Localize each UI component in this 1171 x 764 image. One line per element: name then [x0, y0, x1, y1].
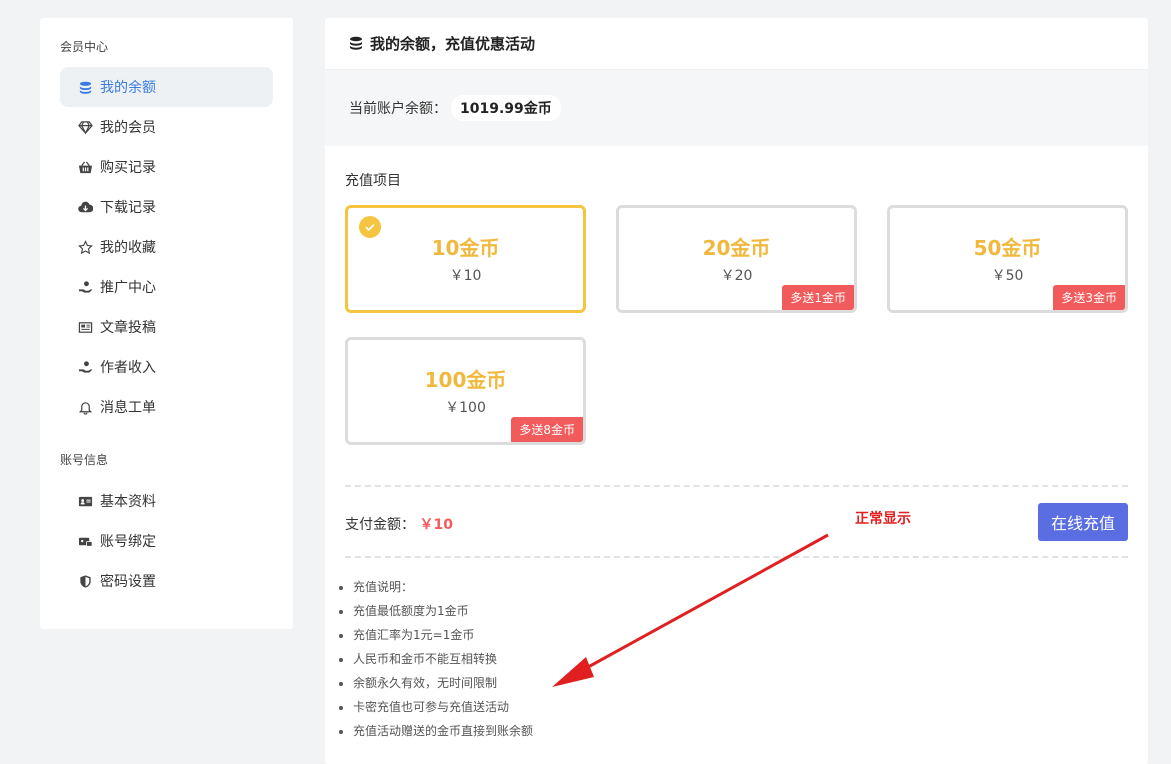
sidebar: 会员中心 我的余额 我的会员 购买记录 下载记录 我的收藏 推广中心 文章投稿 … — [40, 18, 293, 629]
bonus-badge: 多送1金币 — [782, 285, 854, 310]
sidebar-item-label: 我的余额 — [100, 80, 156, 96]
note-item: 人民币和金币不能互相转换 — [353, 651, 533, 675]
id-card-icon — [76, 492, 94, 510]
diamond-icon — [76, 118, 94, 136]
sidebar-item-label: 消息工单 — [100, 400, 156, 416]
balance-label: 当前账户余额： — [349, 101, 447, 117]
option-price: ￥50 — [991, 268, 1024, 284]
sidebar-item-label: 下载记录 — [100, 200, 156, 216]
sidebar-item-account-binding[interactable]: 账号绑定 — [60, 521, 273, 561]
recharge-option-card[interactable]: 20金币 ￥20 多送1金币 — [616, 205, 857, 313]
note-item: 充值最低额度为1金币 — [353, 603, 533, 627]
sidebar-item-label: 基本资料 — [100, 494, 156, 510]
option-price: ￥10 — [449, 268, 482, 284]
pay-amount-row: 支付金额： ￥10 — [345, 514, 453, 534]
shield-icon — [76, 572, 94, 590]
sidebar-item-label: 推广中心 — [100, 280, 156, 296]
note-item: 卡密充值也可参与充值送活动 — [353, 699, 533, 723]
sidebar-item-label: 我的会员 — [100, 120, 156, 136]
sidebar-item-label: 我的收藏 — [100, 240, 156, 256]
newspaper-icon — [76, 318, 94, 336]
sidebar-item-profile[interactable]: 基本资料 — [60, 481, 273, 521]
sidebar-item-membership[interactable]: 我的会员 — [60, 107, 273, 147]
annotation-arrow-icon — [552, 533, 829, 687]
bonus-badge: 多送3金币 — [1053, 285, 1125, 310]
option-amount: 20金币 — [702, 236, 771, 260]
option-price: ￥20 — [720, 268, 753, 284]
hand-coin-icon — [76, 278, 94, 296]
balance-value: 1019.99金币 — [451, 95, 561, 121]
sidebar-item-label: 文章投稿 — [100, 320, 156, 336]
sidebar-item-label: 密码设置 — [100, 574, 156, 590]
pay-amount-value: ￥10 — [419, 517, 453, 533]
note-item: 充值活动赠送的金币直接到账余额 — [353, 723, 533, 747]
bell-icon — [76, 398, 94, 416]
recharge-notes: 充值说明： 充值最低额度为1金币 充值汇率为1元=1金币 人民币和金币不能互相转… — [353, 579, 533, 747]
option-price: ￥100 — [445, 400, 486, 416]
option-amount: 10金币 — [431, 236, 500, 260]
sidebar-group-title: 账号信息 — [60, 453, 109, 467]
sidebar-item-favorites[interactable]: 我的收藏 — [60, 227, 273, 267]
note-item: 充值说明： — [353, 579, 533, 603]
sidebar-item-label: 购买记录 — [100, 160, 156, 176]
sidebar-item-messages[interactable]: 消息工单 — [60, 387, 273, 427]
balance-bar: 当前账户余额： 1019.99金币 — [325, 70, 1148, 146]
pay-amount-label: 支付金额： — [345, 517, 415, 533]
sidebar-item-label: 账号绑定 — [100, 534, 156, 550]
bonus-badge: 多送8金币 — [511, 417, 583, 442]
online-recharge-button[interactable]: 在线充值 — [1038, 503, 1128, 541]
sidebar-item-downloads[interactable]: 下载记录 — [60, 187, 273, 227]
sidebar-item-password[interactable]: 密码设置 — [60, 561, 273, 601]
recharge-options-label: 充值项目 — [345, 173, 401, 189]
page-header: 我的余额，充值优惠活动 — [325, 18, 1148, 70]
basket-icon — [76, 158, 94, 176]
link-account-icon — [76, 532, 94, 550]
sidebar-item-author-income[interactable]: 作者收入 — [60, 347, 273, 387]
note-item: 余额永久有效，无时间限制 — [353, 675, 533, 699]
sidebar-item-balance[interactable]: 我的余额 — [60, 67, 273, 107]
divider — [345, 485, 1128, 487]
sidebar-item-purchases[interactable]: 购买记录 — [60, 147, 273, 187]
star-icon — [76, 238, 94, 256]
sidebar-item-submit-article[interactable]: 文章投稿 — [60, 307, 273, 347]
hand-coin-icon — [76, 358, 94, 376]
page-title: 我的余额，充值优惠活动 — [370, 35, 536, 53]
recharge-option-card[interactable]: 50金币 ￥50 多送3金币 — [887, 205, 1128, 313]
coins-icon — [76, 78, 94, 96]
recharge-option-card[interactable]: 100金币 ￥100 多送8金币 — [345, 337, 586, 445]
recharge-option-card[interactable]: 10金币 ￥10 — [345, 205, 586, 313]
option-amount: 50金币 — [973, 236, 1042, 260]
coins-icon — [348, 35, 366, 53]
note-item: 充值汇率为1元=1金币 — [353, 627, 533, 651]
sidebar-item-label: 作者收入 — [100, 360, 156, 376]
sidebar-item-promotion[interactable]: 推广中心 — [60, 267, 273, 307]
cloud-download-icon — [76, 198, 94, 216]
sidebar-group-title: 会员中心 — [60, 40, 109, 54]
annotation-label: 正常显示 — [855, 511, 911, 527]
option-amount: 100金币 — [424, 368, 507, 392]
